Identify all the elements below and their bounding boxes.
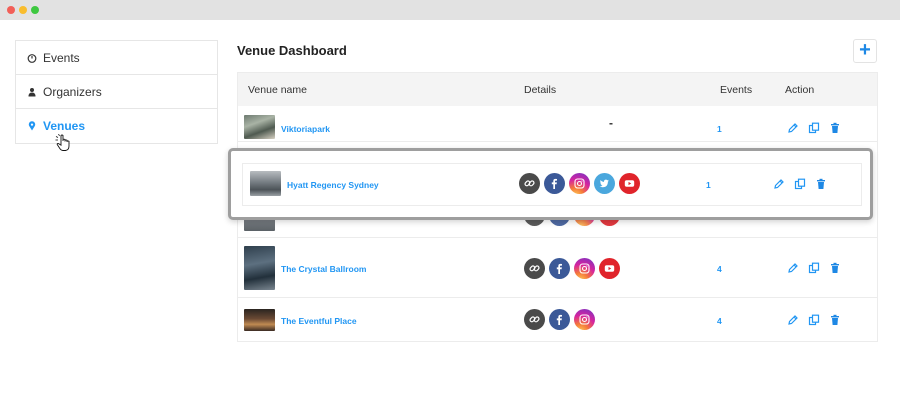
- delete-icon[interactable]: [829, 262, 841, 274]
- table-row: The Crystal Ballroom 4: [238, 239, 877, 298]
- facebook-icon[interactable]: [549, 309, 570, 330]
- close-window-button[interactable]: [7, 6, 15, 14]
- delete-icon[interactable]: [829, 122, 841, 134]
- venue-name-link[interactable]: Hyatt Regency Sydney: [287, 180, 379, 190]
- column-header-venue-name: Venue name: [248, 84, 307, 96]
- delete-icon[interactable]: [829, 314, 841, 326]
- sidebar-item-label: Venues: [43, 119, 86, 133]
- sidebar-item-events[interactable]: Events: [16, 41, 217, 75]
- venue-name-link[interactable]: Viktoriapark: [281, 124, 330, 134]
- edit-icon[interactable]: [787, 314, 799, 326]
- event-count: 4: [717, 264, 722, 274]
- event-count: 4: [717, 316, 722, 326]
- venue-name-link[interactable]: The Crystal Ballroom: [281, 264, 367, 274]
- venue-thumbnail: [244, 246, 275, 290]
- add-venue-button[interactable]: +: [853, 39, 877, 63]
- youtube-icon[interactable]: [619, 173, 640, 194]
- edit-icon[interactable]: [787, 122, 799, 134]
- maximize-window-button[interactable]: [31, 6, 39, 14]
- website-link-icon[interactable]: [524, 258, 545, 279]
- user-icon: [27, 87, 37, 97]
- duplicate-icon[interactable]: [794, 178, 806, 190]
- sidebar-item-label: Organizers: [43, 84, 102, 99]
- instagram-icon[interactable]: [569, 173, 590, 194]
- sidebar-nav: Events Organizers Venues: [15, 40, 218, 144]
- event-count: 1: [706, 180, 711, 190]
- delete-icon[interactable]: [815, 178, 827, 190]
- gauge-icon: [27, 53, 37, 63]
- location-pin-icon: [27, 121, 37, 131]
- sidebar-item-venues[interactable]: Venues: [16, 109, 217, 143]
- table-row: The Eventful Place 4: [238, 299, 877, 341]
- venue-thumbnail: [244, 309, 275, 331]
- column-header-action: Action: [785, 84, 815, 96]
- column-header-events: Events: [720, 84, 753, 96]
- details-empty: -: [609, 116, 613, 130]
- duplicate-icon[interactable]: [808, 122, 820, 134]
- minimize-window-button[interactable]: [19, 6, 27, 14]
- venue-thumbnail: [244, 115, 275, 139]
- window-titlebar: [0, 0, 900, 20]
- event-count: 1: [717, 124, 722, 134]
- instagram-icon[interactable]: [574, 309, 595, 330]
- duplicate-icon[interactable]: [808, 314, 820, 326]
- hand-cursor-icon: [55, 133, 71, 152]
- edit-icon[interactable]: [773, 178, 785, 190]
- venue-name-link[interactable]: The Eventful Place: [281, 316, 357, 326]
- column-header-details: Details: [524, 84, 557, 96]
- highlighted-row-overlay: Hyatt Regency Sydney 1: [228, 148, 873, 220]
- twitter-icon[interactable]: [594, 173, 615, 194]
- table-header: Venue name Details Events Action: [238, 73, 877, 106]
- youtube-icon[interactable]: [599, 258, 620, 279]
- table-row: Viktoriapark - 1: [238, 107, 877, 142]
- website-link-icon[interactable]: [519, 173, 540, 194]
- sidebar-item-label: Events: [43, 50, 80, 65]
- website-link-icon[interactable]: [524, 309, 545, 330]
- sidebar-item-organizers[interactable]: Organizers: [16, 75, 217, 109]
- facebook-icon[interactable]: [544, 173, 565, 194]
- table-row: Hyatt Regency Sydney 1: [242, 163, 862, 206]
- edit-icon[interactable]: [787, 262, 799, 274]
- duplicate-icon[interactable]: [808, 262, 820, 274]
- instagram-icon[interactable]: [574, 258, 595, 279]
- venue-thumbnail: [250, 171, 281, 196]
- page-title: Venue Dashboard: [237, 43, 347, 58]
- facebook-icon[interactable]: [549, 258, 570, 279]
